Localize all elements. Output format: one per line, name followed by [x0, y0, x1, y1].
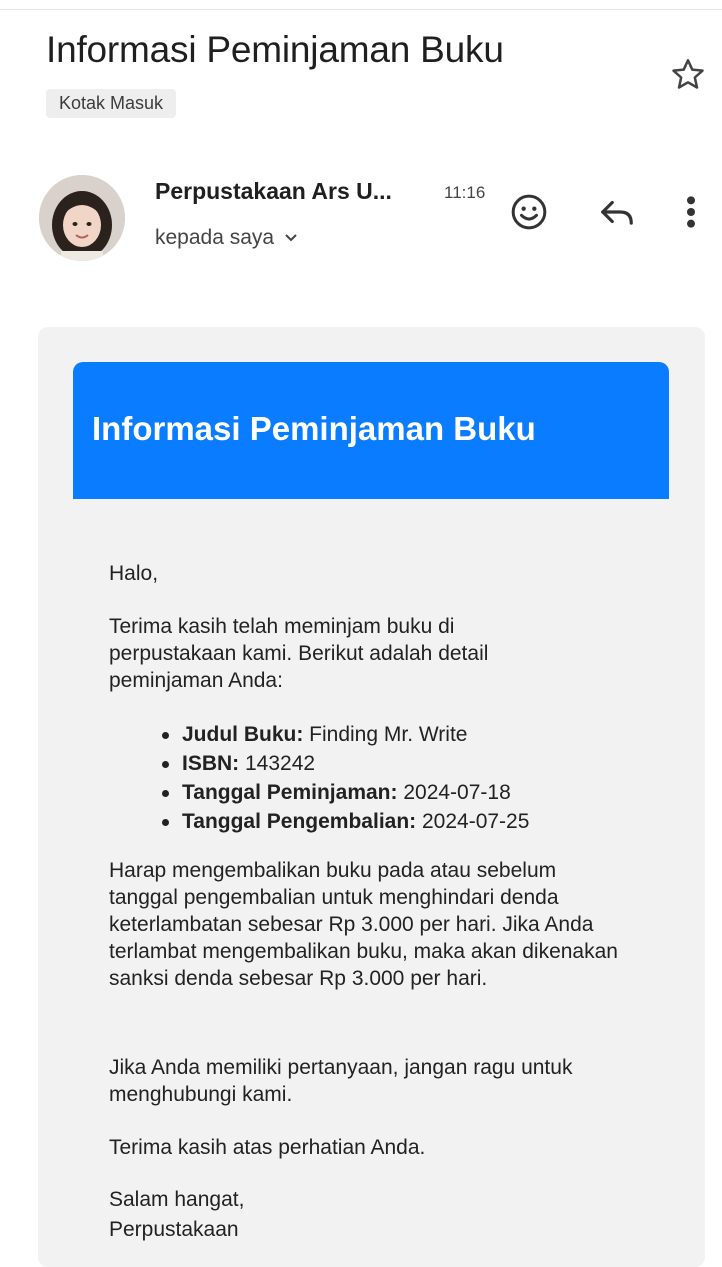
sender-avatar[interactable] — [39, 175, 125, 261]
closing-text: Salam hangat, — [109, 1188, 245, 1211]
top-divider — [0, 9, 722, 10]
detail-label: ISBN: — [182, 752, 240, 775]
detail-value: 143242 — [239, 752, 316, 775]
reply-icon[interactable] — [598, 196, 636, 228]
detail-value: Finding Mr. Write — [303, 723, 468, 746]
thanks-text: Terima kasih atas perhatian Anda. — [109, 1136, 426, 1159]
list-item: Tanggal Peminjaman: 2024-07-18 — [160, 778, 640, 807]
questions-paragraph: Jika Anda memiliki pertanyaan, jangan ra… — [109, 1056, 573, 1106]
signature-text: Perpustakaan — [109, 1218, 239, 1241]
list-item: Tanggal Pengembalian: 2024-07-25 — [160, 807, 640, 836]
reminder-paragraph: Harap mengembalikan buku pada atau sebel… — [109, 859, 618, 990]
intro-paragraph: Terima kasih telah meminjam buku di perp… — [109, 615, 489, 692]
inbox-label-chip[interactable]: Kotak Masuk — [46, 89, 177, 118]
add-reaction-icon[interactable] — [509, 192, 549, 232]
detail-value: 2024-07-18 — [397, 781, 511, 804]
list-item: Judul Buku: Finding Mr. Write — [160, 720, 640, 749]
chevron-down-icon — [285, 234, 297, 242]
email-subject: Informasi Peminjaman Buku — [46, 29, 504, 70]
recipient-text: kepada saya — [155, 226, 275, 249]
more-vertical-icon[interactable] — [680, 192, 702, 232]
greeting-text: Halo, — [109, 562, 159, 585]
list-item: ISBN: 143242 — [160, 749, 640, 778]
banner-title: Informasi Peminjaman Buku — [92, 410, 536, 447]
email-time: 11:16 — [444, 183, 486, 202]
detail-label: Tanggal Pengembalian: — [182, 810, 417, 833]
detail-label: Judul Buku: — [182, 723, 304, 746]
sender-name[interactable]: Perpustakaan Ars U... — [155, 178, 392, 205]
detail-value: 2024-07-25 — [416, 810, 530, 833]
loan-details-list: Judul Buku: Finding Mr. Write ISBN: 1432… — [160, 720, 640, 836]
detail-label: Tanggal Peminjaman: — [182, 781, 398, 804]
star-icon[interactable] — [668, 55, 708, 95]
recipient-details-toggle[interactable]: kepada saya — [155, 226, 298, 250]
